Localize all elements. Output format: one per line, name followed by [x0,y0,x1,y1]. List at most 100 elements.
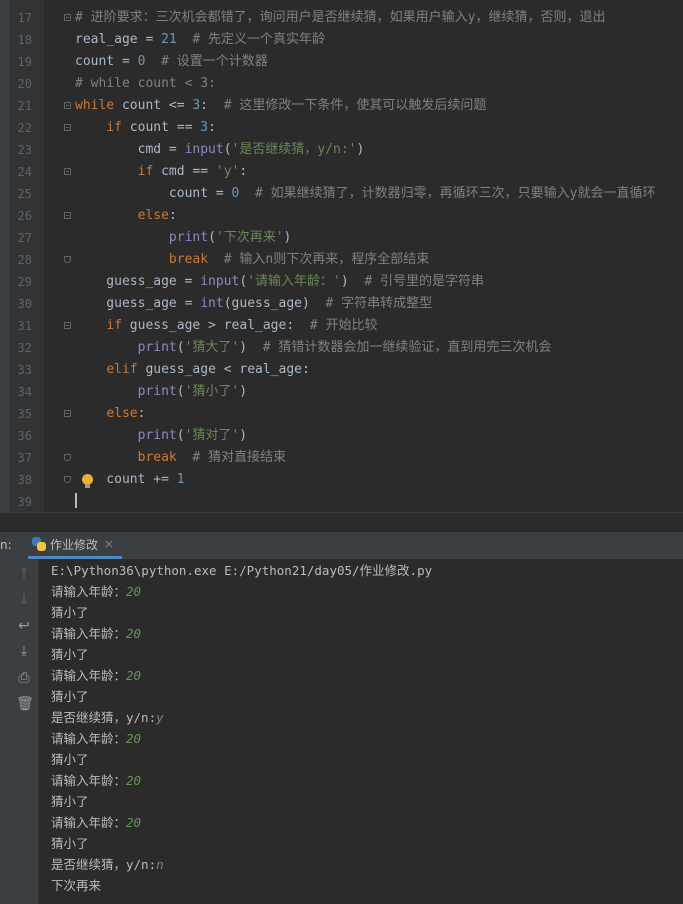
line-number: 27 [17,231,32,245]
code-text: print('猜小了') [75,381,247,403]
line-number: 30 [17,297,32,311]
fold-collapse-icon[interactable] [64,410,71,417]
line-number: 29 [17,275,32,289]
code-token: else [106,406,138,421]
code-line[interactable]: 18 real_age = 21 # 先定义一个真实年龄 [0,29,683,51]
code-token: ) [340,274,365,289]
code-text: cmd = input('是否继续猜，y/n:') [75,139,365,161]
code-token: guess_age > real_age: [121,318,310,333]
code-token: ( [176,340,185,355]
fold-collapse-icon[interactable] [64,14,71,21]
code-line[interactable]: 31 if guess_age > real_age: # 开始比较 [0,315,683,337]
fold-collapse-icon[interactable] [64,212,71,219]
code-line[interactable]: 36 print('猜对了') [0,425,683,447]
fold-end-icon[interactable] [64,256,71,263]
code-line[interactable]: 19 count = 0 # 设置一个计数器 [0,51,683,73]
fold-collapse-icon[interactable] [64,168,71,175]
code-token: int [200,296,224,311]
code-line[interactable]: 22 if count == 3: [0,117,683,139]
console-text: 请输入年龄： [51,584,127,599]
code-token: : [137,406,146,421]
console-text: 猜小了 [51,689,89,704]
code-token: print [137,428,177,443]
code-line[interactable]: 21 while count <= 3: # 这里修改一下条件，使其可以触发后续问… [0,95,683,117]
trash-icon[interactable]: 🗑 [16,696,34,712]
console-line: 请输入年龄：20 [51,665,141,686]
code-text: else: [75,403,145,425]
fold-collapse-icon[interactable] [64,124,71,131]
code-line[interactable]: 29 guess_age = input('请输入年龄：') # 引号里的是字符… [0,271,683,293]
lightbulb-icon[interactable] [82,474,93,488]
code-line[interactable]: 32 print('猜大了') # 猜错计数器会加一继续验证，直到用完三次机会 [0,337,683,359]
code-token: # 字符串转成整型 [325,296,433,311]
code-token: cmd = [75,142,185,157]
code-line[interactable]: 28 break # 输入n则下次再来，程序全部结束 [0,249,683,271]
console-text: 猜小了 [51,836,89,851]
fold-end-icon[interactable] [64,454,71,461]
code-token: # 如果继续猜了，计数器归零，再循环三次，只要输入y就会一直循环 [255,186,656,201]
code-line[interactable]: 35 else: [0,403,683,425]
code-token: '猜小了' [184,384,240,399]
code-token: else [137,208,169,223]
soft-wrap-icon[interactable]: ↩ [16,618,32,634]
code-token: if [137,164,154,179]
code-line[interactable]: 33 elif guess_age < real_age: [0,359,683,381]
console-text: 猜小了 [51,752,89,767]
horizontal-scrollbar[interactable] [0,512,683,531]
console-output[interactable]: E:\Python36\python.exe E:/Python21/day05… [39,559,683,904]
tab-run-config[interactable]: 作业修改 × [28,532,123,559]
code-line[interactable]: 24 if cmd == 'y': [0,161,683,183]
down-arrow-icon[interactable]: ↓ [16,592,32,608]
line-number: 38 [17,473,32,487]
code-line[interactable]: 38 count += 1 [0,469,683,491]
code-line[interactable]: 26 else: [0,205,683,227]
code-token: ) [283,230,292,245]
run-tool-window-header: n: 作业修改 × [0,531,683,560]
close-icon[interactable]: × [104,537,114,551]
console-text: 请输入年龄： [51,731,127,746]
console-text: 是否继续猜，y/n: [51,857,157,872]
code-line[interactable]: 25 count = 0 # 如果继续猜了，计数器归零，再循环三次，只要输入y就… [0,183,683,205]
console-line: 请输入年龄：20 [51,812,141,833]
code-text: print('下次再来') [75,227,291,249]
console-line: 下次再来 [51,875,101,896]
code-token: # 引号里的是字符串 [364,274,484,289]
console-text: E:\Python36\python.exe E:/Python21/day05… [51,563,433,578]
print-icon[interactable]: ⎙ [16,670,32,686]
code-token: cmd == [153,164,216,179]
code-token: count = [75,54,138,69]
code-line[interactable]: 23 cmd = input('是否继续猜，y/n:') [0,139,683,161]
fold-collapse-icon[interactable] [64,102,71,109]
up-arrow-icon[interactable]: ↑ [16,566,32,582]
code-line[interactable]: 37 break # 猜对直接结束 [0,447,683,469]
console-user-input: y [156,710,164,725]
code-token: guess_age = [75,296,201,311]
console-line: 是否继续猜，y/n:y [51,707,164,728]
code-token: 21 [161,32,177,47]
console-user-input: 20 [126,773,142,788]
code-line[interactable]: 27 print('下次再来') [0,227,683,249]
code-line[interactable]: 34 print('猜小了') [0,381,683,403]
scroll-to-end-icon[interactable]: ⤓ [16,643,32,659]
line-number: 21 [17,99,32,113]
code-editor[interactable]: 17 # 进阶要求：三次机会都错了，询问用户是否继续猜，如果用户输入y，继续猜，否… [0,0,683,512]
code-text: count = 0 # 设置一个计数器 [75,51,268,73]
fold-end-icon[interactable] [64,476,71,483]
code-line[interactable]: 20 # while count < 3: [0,73,683,95]
line-number: 23 [17,143,32,157]
python-icon [32,537,46,551]
code-token: elif [106,362,138,377]
code-text: print('猜对了') [75,425,247,447]
code-line[interactable]: 39 [0,491,683,513]
run-tab-label: 作业修改 [50,537,99,552]
code-line[interactable]: 30 guess_age = int(guess_age) # 字符串转成整型 [0,293,683,315]
code-token: if [106,120,122,135]
fold-collapse-icon[interactable] [64,322,71,329]
code-token: (guess_age) [223,296,326,311]
code-line[interactable]: 17 # 进阶要求：三次机会都错了，询问用户是否继续猜，如果用户输入y，继续猜，否… [0,7,683,29]
